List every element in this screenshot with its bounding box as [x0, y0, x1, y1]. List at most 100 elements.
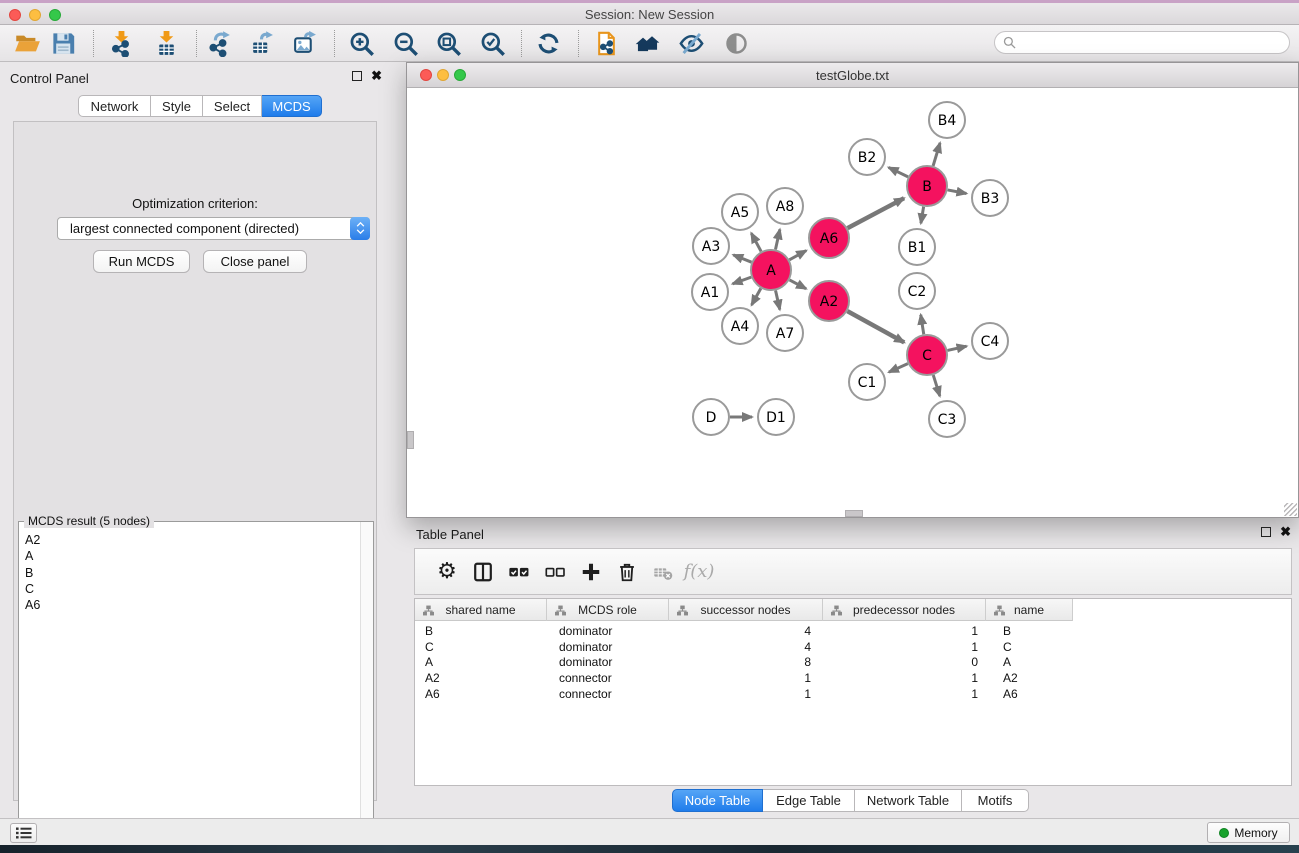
graph-edge-B-B4[interactable]: [933, 143, 940, 166]
graph-edge-A-A6[interactable]: [789, 251, 806, 260]
graph-edge-A2-C[interactable]: [847, 311, 904, 342]
graph-edge-B-B3[interactable]: [948, 190, 967, 194]
graph-edge-A-A4[interactable]: [752, 288, 761, 305]
import-table-icon[interactable]: [149, 28, 183, 59]
export-network-icon[interactable]: [202, 28, 236, 59]
open-file-icon[interactable]: [10, 28, 44, 59]
table-row[interactable]: Cdominator41C: [415, 640, 1073, 656]
show-columns-icon[interactable]: [465, 561, 501, 583]
import-network-icon[interactable]: [104, 28, 138, 59]
export-table-icon[interactable]: [244, 28, 278, 59]
result-scrollbar[interactable]: [360, 522, 373, 853]
graph-node-label: A: [766, 263, 776, 279]
column-header-shared-name[interactable]: shared name: [415, 599, 547, 621]
graph-node-label: B2: [858, 150, 877, 166]
zoom-out-icon[interactable]: [388, 28, 422, 59]
table-cell: 4: [669, 624, 823, 640]
graph-edge-C-C1[interactable]: [889, 364, 908, 373]
graph-edge-C-C2[interactable]: [921, 315, 924, 335]
tab-motifs[interactable]: Motifs: [962, 789, 1029, 812]
eye-icon[interactable]: [719, 28, 753, 59]
select-all-columns-icon[interactable]: [501, 561, 537, 583]
app-title: Session: New Session: [0, 7, 1299, 22]
column-header-MCDS-role[interactable]: MCDS role: [547, 599, 669, 621]
network-window-title: testGlobe.txt: [407, 68, 1298, 83]
table-cell: A6: [415, 687, 547, 703]
graph-edge-B-B2[interactable]: [889, 167, 908, 176]
zoom-fit-icon[interactable]: [431, 28, 465, 59]
graph-edge-A6-B[interactable]: [848, 198, 904, 228]
graph-edge-A-A8[interactable]: [775, 229, 779, 249]
canvas-left-handle[interactable]: [407, 431, 414, 449]
graph-node-label: D1: [766, 410, 786, 426]
graph-edge-A-A5[interactable]: [751, 233, 761, 251]
apply-layout-icon[interactable]: [531, 28, 565, 59]
delete-column-icon[interactable]: [609, 561, 645, 583]
table-tabs: Node TableEdge TableNetwork TableMotifs: [672, 789, 1029, 812]
task-history-button[interactable]: [10, 823, 37, 843]
save-session-icon[interactable]: [46, 28, 80, 59]
tab-style[interactable]: Style: [151, 95, 203, 117]
canvas-bottom-handle[interactable]: [845, 510, 863, 517]
tab-node-table[interactable]: Node Table: [672, 789, 763, 812]
mcds-tab-content: Optimization criterion: largest connecte…: [13, 121, 377, 801]
hide-view-icon[interactable]: [674, 28, 708, 59]
window-resize-grip[interactable]: [1284, 503, 1297, 516]
graph-edge-A-A7[interactable]: [776, 290, 780, 309]
search-input[interactable]: [1016, 36, 1289, 50]
criterion-select[interactable]: largest connected component (directed): [57, 217, 370, 240]
tab-mcds[interactable]: MCDS: [262, 95, 322, 117]
toolbar-separator: [578, 30, 579, 57]
table-cell: connector: [547, 671, 669, 687]
unselect-all-columns-icon[interactable]: [537, 561, 573, 583]
graph-edge-C-C4[interactable]: [947, 346, 966, 350]
memory-status-dot: [1219, 828, 1229, 838]
graph-node-label: A6: [820, 231, 839, 247]
tab-select[interactable]: Select: [203, 95, 262, 117]
table-row[interactable]: A2connector11A2: [415, 671, 1073, 687]
column-header-successor-nodes[interactable]: successor nodes: [669, 599, 823, 621]
export-image-icon[interactable]: [287, 28, 321, 59]
close-panel-icon[interactable]: ✖: [371, 71, 382, 81]
column-header-predecessor-nodes[interactable]: predecessor nodes: [823, 599, 986, 621]
search-field[interactable]: [994, 31, 1290, 54]
function-builder-icon[interactable]: f(x): [681, 561, 717, 582]
network-view-window: testGlobe.txt B4B2BB3A5A8A6A3B1AA1C2A2A4…: [406, 62, 1299, 518]
graph-edge-A-A2[interactable]: [790, 280, 807, 289]
zoom-in-icon[interactable]: [344, 28, 378, 59]
memory-button[interactable]: Memory: [1207, 822, 1290, 843]
network-canvas[interactable]: B4B2BB3A5A8A6A3B1AA1C2A2A4A7C4CC1C3DD1: [407, 88, 1298, 517]
app-titlebar: Session: New Session: [0, 3, 1299, 25]
table-cell: C: [415, 640, 547, 656]
close-panel-icon[interactable]: ✖: [1280, 527, 1291, 537]
zoom-selected-icon[interactable]: [475, 28, 509, 59]
float-panel-icon[interactable]: [352, 71, 362, 81]
graph-node-label: C4: [981, 334, 1000, 350]
table-row[interactable]: Bdominator41B: [415, 624, 1073, 640]
graph-edge-B-B1[interactable]: [921, 207, 924, 224]
mcds-result-list: A2ABCA6: [19, 522, 360, 853]
table-row[interactable]: A6connector11A6: [415, 687, 1073, 703]
home-view-icon[interactable]: [630, 28, 664, 59]
graph-edge-A-A3[interactable]: [733, 255, 751, 262]
run-mcds-button[interactable]: Run MCDS: [93, 250, 190, 273]
close-panel-button[interactable]: Close panel: [203, 250, 307, 273]
column-header-name[interactable]: name: [986, 599, 1073, 621]
graph-edge-C-C3[interactable]: [933, 375, 940, 396]
tab-edge-table[interactable]: Edge Table: [763, 789, 855, 812]
tab-network-table[interactable]: Network Table: [855, 789, 962, 812]
table-cell: 4: [669, 640, 823, 656]
graph-edge-A-A1[interactable]: [733, 277, 752, 284]
mcds-result-item: B: [25, 565, 360, 581]
table-cell: C: [986, 640, 1073, 656]
settings-gear-icon[interactable]: ⚙: [429, 561, 465, 583]
criterion-select-value: largest connected component (directed): [58, 221, 350, 236]
network-window-titlebar[interactable]: testGlobe.txt: [407, 63, 1298, 88]
table-cell: 1: [669, 687, 823, 703]
float-panel-icon[interactable]: [1261, 527, 1271, 537]
tab-network[interactable]: Network: [78, 95, 151, 117]
duplicate-network-view-icon[interactable]: [589, 28, 623, 59]
table-row[interactable]: Adominator80A: [415, 655, 1073, 671]
add-column-icon[interactable]: [573, 561, 609, 583]
delete-table-icon[interactable]: [645, 561, 681, 583]
